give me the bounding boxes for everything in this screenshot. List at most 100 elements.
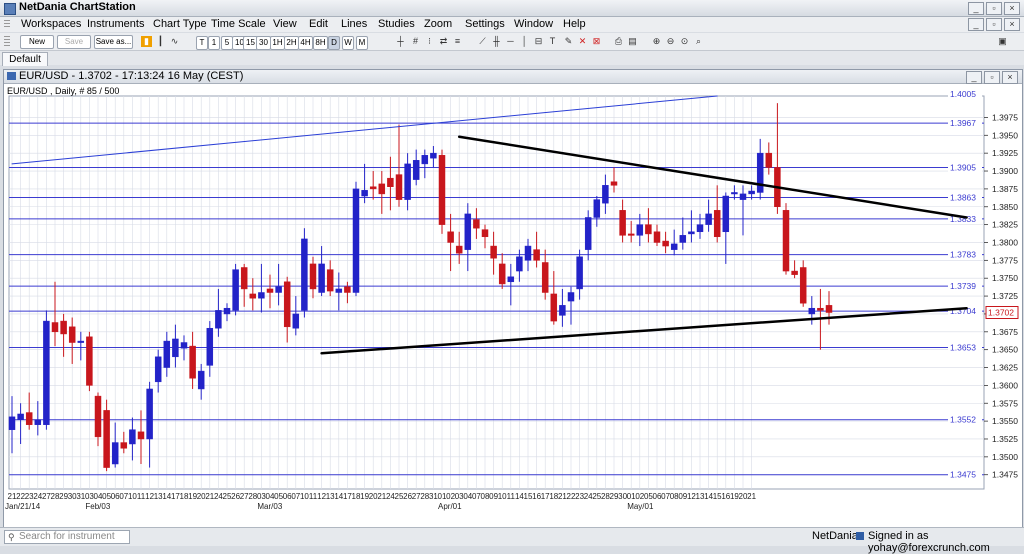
candle-body[interactable]: [653, 231, 661, 243]
candle-body[interactable]: [507, 276, 515, 283]
timeframe-30[interactable]: 30: [256, 36, 271, 50]
candle-body[interactable]: [421, 155, 429, 165]
candle-body[interactable]: [645, 224, 652, 235]
menu-settings[interactable]: Settings: [465, 18, 505, 30]
draw-vline-icon[interactable]: │: [519, 36, 530, 47]
delete-all-icon[interactable]: ⊠: [591, 36, 602, 47]
candle-body[interactable]: [94, 395, 102, 438]
minimize-icon[interactable]: _: [966, 71, 982, 84]
candle-body[interactable]: [275, 286, 282, 293]
timeframe-d[interactable]: D: [328, 36, 340, 50]
menu-chart-type[interactable]: Chart Type: [153, 18, 207, 30]
candle-body[interactable]: [404, 163, 411, 200]
candle-body[interactable]: [172, 338, 179, 358]
restore-icon[interactable]: ▫: [986, 2, 1002, 15]
candlestick-icon[interactable]: ┃: [155, 36, 166, 47]
candle-body[interactable]: [808, 307, 816, 315]
candle-body[interactable]: [559, 305, 566, 316]
candle-body[interactable]: [524, 245, 532, 261]
line-chart-icon[interactable]: ∿: [169, 36, 180, 47]
candle-body[interactable]: [68, 326, 76, 343]
candle-body[interactable]: [602, 185, 609, 204]
candle-body[interactable]: [395, 174, 403, 200]
candle-body[interactable]: [154, 356, 162, 383]
candle-body[interactable]: [240, 267, 248, 290]
candle-body[interactable]: [232, 269, 239, 311]
menu-view[interactable]: View: [273, 18, 297, 30]
close-icon[interactable]: ×: [1004, 2, 1020, 15]
candle-body[interactable]: [8, 416, 16, 430]
timeframe-m[interactable]: M: [356, 36, 368, 50]
candle-body[interactable]: [163, 340, 171, 368]
candle-body[interactable]: [266, 288, 274, 293]
candle-body[interactable]: [77, 340, 85, 343]
candle-body[interactable]: [51, 322, 59, 333]
draw-channel-icon[interactable]: ╫: [491, 36, 502, 47]
candle-body[interactable]: [335, 288, 343, 293]
candle-body[interactable]: [593, 199, 601, 218]
close-icon[interactable]: ×: [1002, 71, 1018, 84]
candle-body[interactable]: [576, 256, 583, 290]
candle-body[interactable]: [533, 249, 540, 261]
candle-body[interactable]: [498, 263, 506, 285]
crosshair-icon[interactable]: ┼: [395, 36, 406, 47]
candle-body[interactable]: [60, 320, 67, 335]
candle-body[interactable]: [369, 186, 377, 190]
candle-body[interactable]: [430, 152, 437, 159]
menu-help[interactable]: Help: [563, 18, 586, 30]
candle-body[interactable]: [541, 262, 549, 293]
candle-body[interactable]: [705, 213, 712, 225]
candle-body[interactable]: [464, 213, 472, 250]
candle-body[interactable]: [713, 210, 721, 238]
candle-body[interactable]: [34, 419, 42, 425]
candle-body[interactable]: [344, 286, 351, 293]
candle-body[interactable]: [731, 192, 738, 195]
candle-body[interactable]: [197, 370, 205, 390]
close-icon[interactable]: ×: [1004, 18, 1020, 31]
menu-zoom[interactable]: Zoom: [424, 18, 452, 30]
candle-body[interactable]: [189, 345, 196, 379]
candle-body[interactable]: [292, 313, 300, 329]
candle-body[interactable]: [111, 442, 119, 465]
search-input[interactable]: ⚲ Search for instrument: [4, 530, 130, 544]
menu-window[interactable]: Window: [514, 18, 553, 30]
candle-body[interactable]: [481, 229, 489, 238]
zoom-in-icon[interactable]: ⊕: [651, 36, 662, 47]
candle-body[interactable]: [17, 413, 24, 420]
timeframe-2h[interactable]: 2H: [284, 36, 299, 50]
scroll-icon[interactable]: ⇄: [438, 36, 449, 47]
candle-body[interactable]: [610, 181, 618, 186]
candle-body[interactable]: [412, 160, 420, 180]
candle-body[interactable]: [326, 269, 334, 292]
timeframe-t[interactable]: T: [196, 36, 208, 50]
cursor-icon[interactable]: ⁝: [424, 36, 435, 47]
candle-body[interactable]: [258, 292, 265, 299]
candle-body[interactable]: [455, 245, 463, 254]
lines-icon[interactable]: ≡: [452, 36, 463, 47]
pencil-icon[interactable]: ✎: [563, 36, 574, 47]
menu-workspaces[interactable]: Workspaces: [21, 18, 81, 30]
candle-body[interactable]: [662, 240, 669, 247]
candle-body[interactable]: [378, 183, 386, 195]
candle-body[interactable]: [782, 210, 790, 272]
menu-instruments[interactable]: Instruments: [87, 18, 144, 30]
candle-body[interactable]: [619, 210, 626, 236]
candle-body[interactable]: [756, 152, 764, 193]
grid-icon[interactable]: #: [410, 36, 421, 47]
candle-body[interactable]: [215, 310, 222, 329]
save-as-button[interactable]: Save as...: [94, 35, 133, 49]
candle-body[interactable]: [516, 256, 523, 272]
bar-chart-icon[interactable]: ▮: [141, 36, 152, 47]
candle-body[interactable]: [86, 336, 93, 386]
candle-body[interactable]: [206, 327, 214, 366]
plot-area[interactable]: [8, 95, 985, 490]
candle-body[interactable]: [550, 293, 558, 322]
candle-body[interactable]: [670, 243, 678, 250]
menu-studies[interactable]: Studies: [378, 18, 415, 30]
timeframe-1h[interactable]: 1H: [270, 36, 285, 50]
zoom-out-icon[interactable]: ⊖: [665, 36, 676, 47]
minimize-icon[interactable]: _: [968, 2, 984, 15]
timeframe-8h[interactable]: 8H: [313, 36, 328, 50]
candle-body[interactable]: [825, 305, 833, 313]
candle-body[interactable]: [679, 235, 687, 243]
